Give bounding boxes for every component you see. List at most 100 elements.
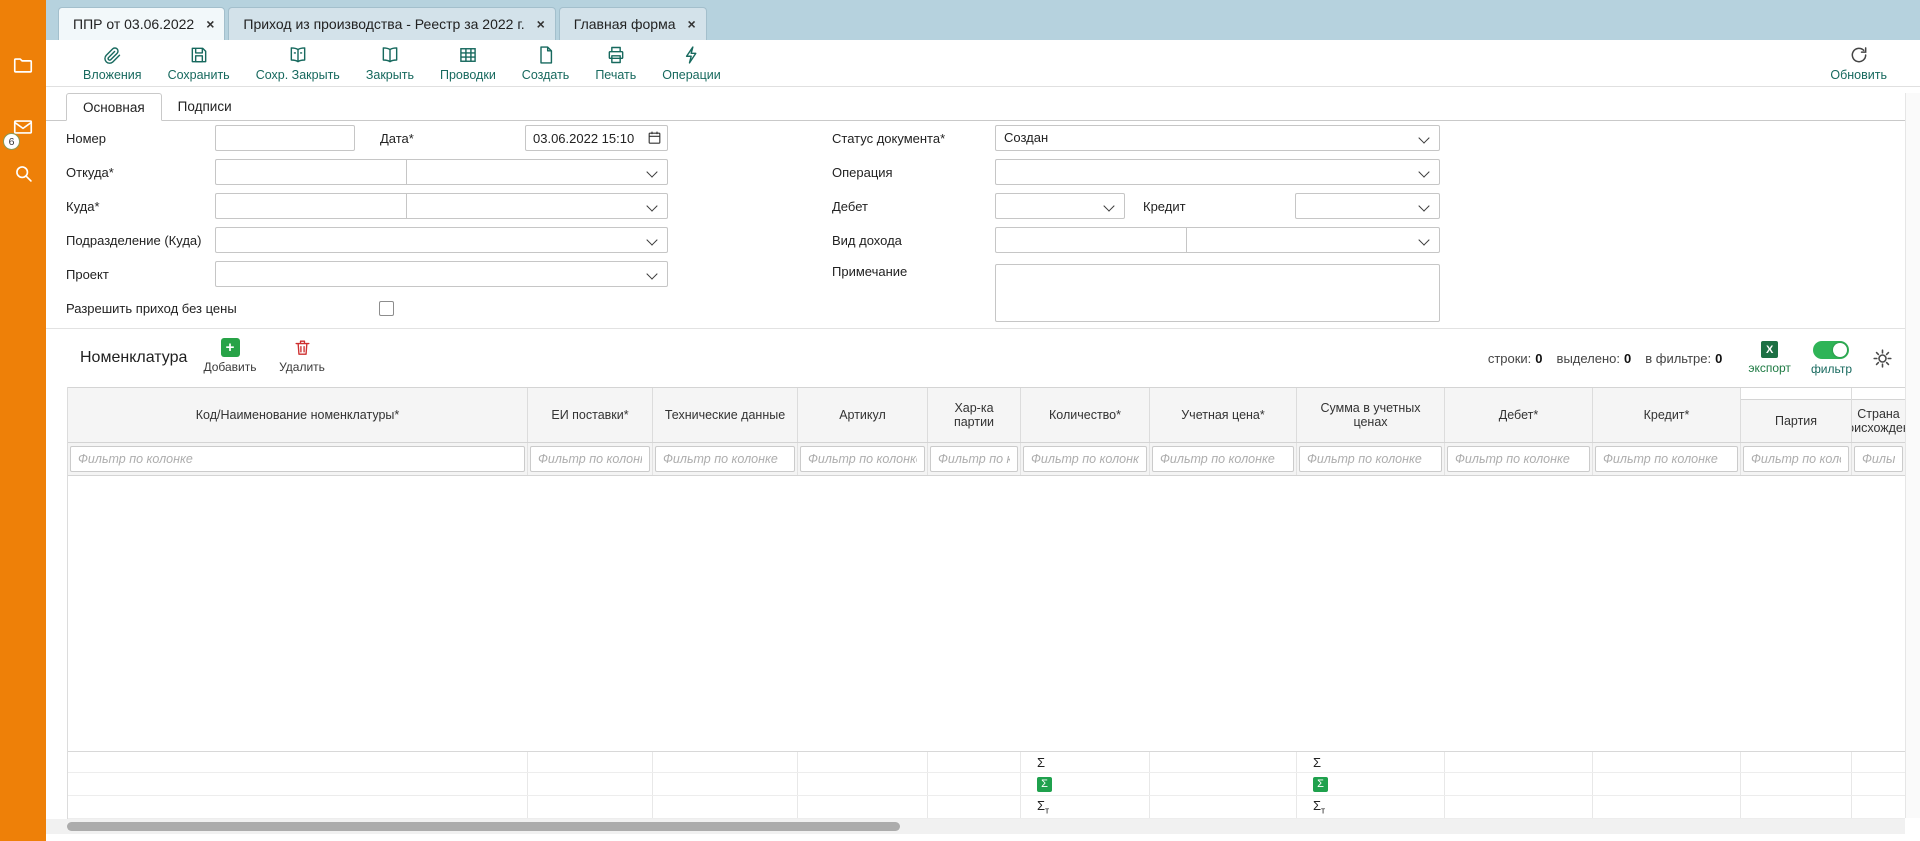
column-header[interactable]: Артикул (798, 388, 928, 442)
column-header[interactable]: Кредит* (1593, 388, 1741, 442)
grid-stats: строки:0 выделено:0 в фильтре:0 (1488, 351, 1723, 366)
division-select[interactable] (215, 227, 668, 253)
close-button[interactable]: Закрыть (353, 43, 427, 84)
app-root: 6 ППР от 03.06.2022 × Приход из производ… (0, 0, 1920, 841)
debit-select[interactable] (995, 193, 1125, 219)
column-filter-input[interactable] (1854, 446, 1903, 472)
export-button[interactable]: X экспорт (1748, 341, 1791, 375)
operations-button[interactable]: Операции (649, 43, 733, 84)
tab-signatures[interactable]: Подписи (162, 92, 248, 120)
create-button[interactable]: Создать (509, 43, 583, 84)
close-icon[interactable]: × (206, 17, 214, 31)
column-filter-input[interactable] (1299, 446, 1442, 472)
column-filter-input[interactable] (1152, 446, 1294, 472)
column-filter-input[interactable] (655, 446, 795, 472)
delete-row-button[interactable]: Удалить (270, 338, 334, 374)
window-tabbar: ППР от 03.06.2022 × Приход из производст… (46, 0, 1920, 40)
toggle-knob (1833, 343, 1847, 357)
close-icon[interactable]: × (537, 17, 545, 31)
sum-button[interactable]: Σ (1037, 755, 1045, 770)
column-header[interactable]: Учетная цена* (1150, 388, 1297, 442)
to-code-input[interactable] (215, 193, 407, 219)
window-tab-mainform[interactable]: Главная форма × (559, 7, 707, 40)
horizontal-scrollbar[interactable] (46, 819, 1905, 834)
window-tab-ppr[interactable]: ППР от 03.06.2022 × (58, 7, 225, 40)
column-header[interactable]: Сумма в учетных ценах (1297, 388, 1445, 442)
to-select[interactable] (406, 193, 668, 219)
column-header[interactable]: Хар-ка партии (928, 388, 1021, 442)
number-label: Номер (66, 131, 215, 146)
horizontal-scrollbar-thumb[interactable] (67, 822, 900, 831)
column-header-label: Партия (1741, 400, 1851, 442)
sum-total-button[interactable]: Σт (1313, 798, 1325, 816)
column-header[interactable]: Страна происхождения (1852, 388, 1905, 442)
notification-badge: 6 (3, 133, 20, 150)
column-header[interactable]: ЕИ поставки* (528, 388, 653, 442)
print-button[interactable]: Печать (582, 43, 649, 84)
sum-total-button[interactable]: Σт (1037, 798, 1049, 816)
allow-no-price-checkbox[interactable] (379, 301, 394, 316)
vertical-scrollbar[interactable] (1905, 93, 1920, 818)
refresh-icon (1849, 45, 1869, 65)
project-select[interactable] (215, 261, 668, 287)
column-header[interactable]: Технические данные (653, 388, 798, 442)
note-label: Примечание (832, 257, 995, 279)
filtered-count-label: в фильтре: (1645, 351, 1711, 366)
sidebar-mail-button[interactable]: 6 (0, 112, 46, 142)
status-select[interactable]: Создан (995, 125, 1440, 151)
income-type-select[interactable] (1186, 227, 1440, 253)
grid-header-right: строки:0 выделено:0 в фильтре:0 X экспор… (1488, 329, 1893, 387)
sum-button[interactable]: Σ (1313, 755, 1321, 770)
gear-icon[interactable] (1872, 348, 1893, 369)
tab-main[interactable]: Основная (66, 93, 162, 121)
tab-label: Главная форма (574, 16, 676, 32)
credit-label: Кредит (1143, 199, 1295, 214)
save-close-button[interactable]: Сохр. Закрыть (243, 43, 353, 84)
form-tabbar: Основная Подписи (46, 93, 1920, 121)
excel-icon: X (1761, 341, 1778, 358)
close-icon[interactable]: × (687, 17, 695, 31)
column-header[interactable]: Код/Наименование номенклатуры* (68, 388, 528, 442)
number-input[interactable] (215, 125, 355, 151)
trash-icon (293, 338, 312, 357)
toolbar-label: Операции (662, 68, 720, 82)
create-document-icon (536, 45, 556, 65)
sum-filtered-button[interactable]: Σ (1037, 777, 1052, 792)
sum-filtered-button[interactable]: Σ (1313, 777, 1328, 792)
toolbar-label: Сохранить (168, 68, 230, 82)
column-filter-input[interactable] (1595, 446, 1738, 472)
table-body-empty[interactable] (68, 476, 1905, 751)
income-code-input[interactable] (995, 227, 1187, 253)
date-field (525, 125, 668, 151)
add-row-button[interactable]: + Добавить (198, 338, 262, 374)
toolbar: Вложения Сохранить Сохр. Закрыть Закрыть… (46, 40, 1920, 87)
sigma-subscript: т (1321, 806, 1325, 816)
sidebar-search-button[interactable] (0, 158, 46, 188)
column-header[interactable]: Дебет* (1445, 388, 1593, 442)
attachments-button[interactable]: Вложения (70, 43, 155, 84)
from-code-input[interactable] (215, 159, 407, 185)
column-header[interactable]: Количество* (1021, 388, 1150, 442)
sidebar-folder-button[interactable] (0, 50, 46, 80)
plus-icon: + (221, 338, 240, 357)
column-filter-input[interactable] (930, 446, 1018, 472)
credit-select[interactable] (1295, 193, 1440, 219)
save-button[interactable]: Сохранить (155, 43, 243, 84)
column-filter-input[interactable] (800, 446, 925, 472)
filter-toggle[interactable] (1813, 341, 1849, 359)
note-textarea[interactable] (995, 264, 1440, 322)
window-tab-registry[interactable]: Приход из производства - Реестр за 2022 … (228, 7, 555, 40)
column-header[interactable]: Партия (1741, 388, 1852, 442)
from-select[interactable] (406, 159, 668, 185)
refresh-button[interactable]: Обновить (1817, 43, 1900, 84)
column-filter-input[interactable] (1447, 446, 1590, 472)
grid-header-bar: Номенклатура + Добавить Удалить строки:0… (46, 329, 1905, 387)
postings-button[interactable]: Проводки (427, 43, 509, 84)
operation-select[interactable] (995, 159, 1440, 185)
column-filter-input[interactable] (1023, 446, 1147, 472)
calendar-icon[interactable] (647, 130, 662, 145)
column-filter-input[interactable] (70, 446, 525, 472)
column-filter-input[interactable] (530, 446, 650, 472)
column-filter-input[interactable] (1743, 446, 1849, 472)
filtered-count-value: 0 (1715, 351, 1722, 366)
